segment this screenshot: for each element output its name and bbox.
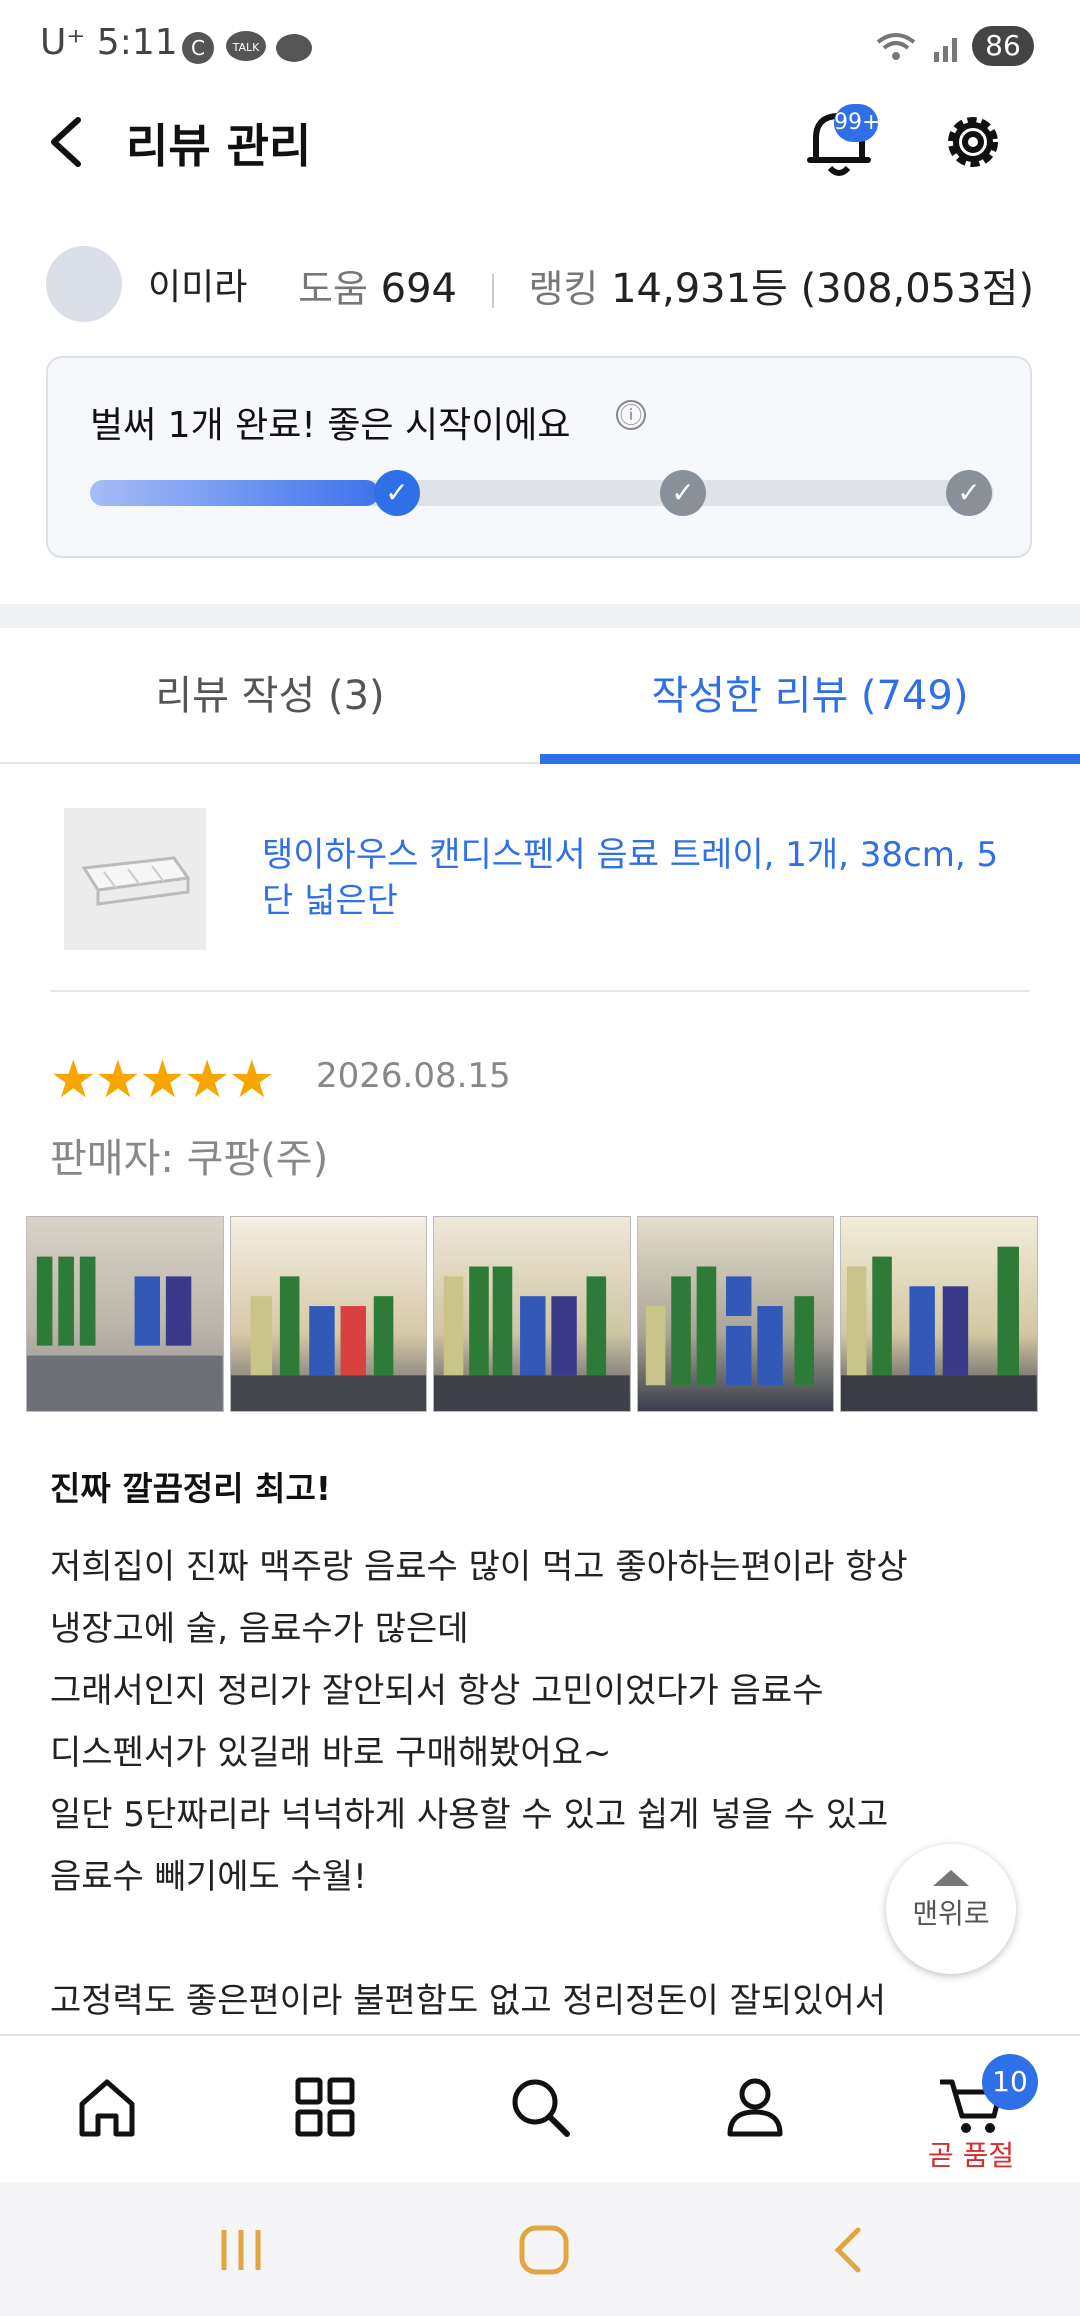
review-line: 저희집이 진짜 맥주랑 음료수 많이 먹고 좋아하는편이라 항상 [50,1547,908,1587]
info-icon[interactable]: ⓘ [616,400,646,430]
notification-badge: 99+ [834,104,880,142]
avatar [46,246,122,322]
bottom-nav [0,2034,1080,2184]
scroll-to-top-button[interactable]: 맨위로 [886,1844,1016,1974]
tab-written-reviews[interactable]: 작성한 리뷰 (749) [540,628,1080,764]
review-title: 진짜 깔끔정리 최고! [50,1469,331,1508]
system-nav-bar [0,2182,1080,2316]
step-check-icon: ✓ [946,470,992,516]
progress-card: 벌써 1개 완료! 좋은 시작이에요 ⓘ ✓ ✓ ✓ [46,356,1032,558]
bottles-image [841,1246,1037,1411]
review-photo-strip [26,1216,1038,1412]
page-title: 리뷰 관리 [126,119,312,173]
rank-value: 14,931등 (308,053점) [611,266,1034,312]
review-line: 음료수 빼기에도 수월! [50,1857,367,1897]
system-back-icon[interactable] [824,2222,874,2278]
section-divider [0,604,1080,628]
search-icon[interactable] [505,2072,575,2142]
rank-label: 랭킹 [528,267,599,311]
seller-label: 판매자: 쿠팡(주) [50,1136,329,1182]
user-name: 이미라 [148,267,248,308]
profile-icon[interactable] [720,2072,790,2142]
help-value: 694 [380,266,458,312]
review-photo[interactable] [229,1216,428,1412]
review-photo[interactable] [26,1216,224,1412]
review-line [50,1908,1010,1970]
rating-stars: ★★★★★ [50,1050,275,1110]
bottles-image [230,1276,427,1411]
bottles-image [434,1266,630,1411]
bottles-image [27,1256,223,1411]
home-icon[interactable] [72,2072,142,2142]
back-arrow-icon[interactable] [44,112,88,172]
svg-text:TALK: TALK [232,41,261,54]
review-line: 그래서인지 정리가 잘안되서 항상 고민이었다가 음료수 [50,1671,824,1711]
product-name-link[interactable]: 탱이하우스 캔디스펜서 음료 트레이, 1개, 38cm, 5단 넓은단 [262,832,1002,924]
category-grid-icon[interactable] [290,2072,360,2142]
stats-divider [491,274,494,308]
review-date: 2026.08.15 [316,1056,511,1096]
status-bar: U⁺ 5:11 C TALK 86 [0,0,1080,90]
gear-icon[interactable] [938,104,1008,180]
up-arrow-icon [933,1870,969,1886]
product-divider [50,990,1030,992]
review-body: 저희집이 진짜 맥주랑 음료수 많이 먹고 좋아하는편이라 항상 냉장고에 술,… [50,1536,1010,2032]
review-line: 일단 5단짜리라 넉넉하게 사용할 수 있고 쉽게 넣을 수 있고 [50,1795,889,1835]
active-tab-indicator [540,754,1080,764]
battery-indicator: 86 [972,26,1034,66]
review-photo[interactable] [636,1216,835,1412]
review-line: 고정력도 좋은편이라 불편함도 없고 정리정돈이 잘되있어서 [50,1981,887,2021]
wifi-signal-icon [876,33,957,62]
review-line: 냉장고에 술, 음료수가 많은데 [50,1609,469,1649]
user-stats: 도움 694 랭킹 14,931등 (308,053점) [298,256,1034,314]
scroll-to-top-label: 맨위로 [912,1897,990,1930]
progress-track: ✓ ✓ ✓ [90,470,994,516]
review-photo[interactable] [433,1216,631,1412]
progress-fill [90,480,380,506]
home-button-icon[interactable] [516,2220,572,2280]
status-time: U⁺ 5:11 [40,22,178,63]
recent-apps-icon[interactable] [216,2222,266,2278]
cart-status-label: 곧 품절 [928,2139,1015,2172]
step-check-icon: ✓ [660,470,706,516]
product-thumbnail[interactable] [64,808,206,950]
tab-write-review[interactable]: 리뷰 작성 (3) [0,628,540,764]
product-tray-image [64,808,206,950]
cart-count-badge: 10 [982,2054,1038,2110]
progress-title: 벌써 1개 완료! 좋은 시작이에요 [90,405,571,446]
bottles-image [645,1266,814,1386]
step-check-icon: ✓ [374,470,420,516]
review-photo[interactable] [840,1216,1038,1412]
svg-text:C: C [191,36,205,60]
help-label: 도움 [298,267,368,311]
review-line: 디스펜서가 있길래 바로 구매해봤어요~ [50,1733,612,1773]
status-app-icons: C TALK [182,31,312,64]
